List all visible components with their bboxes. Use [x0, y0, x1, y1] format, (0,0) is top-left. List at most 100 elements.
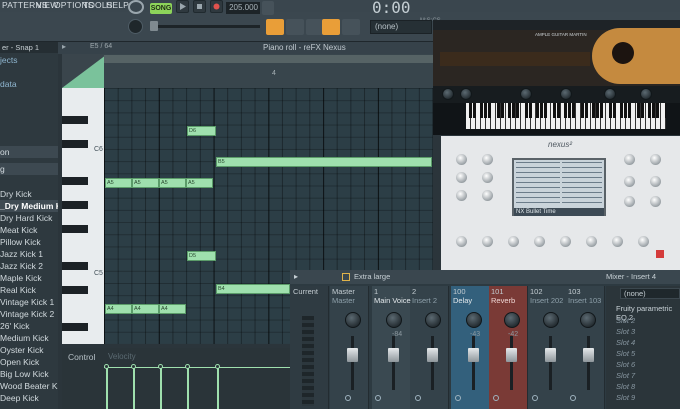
play-button[interactable] — [176, 0, 189, 13]
black-key[interactable] — [62, 201, 88, 209]
insert-pan-knob[interactable] — [425, 312, 441, 328]
route-icon[interactable] — [415, 395, 421, 401]
volume-fader[interactable] — [388, 348, 399, 362]
effect-slot[interactable]: Slot 6 — [616, 360, 635, 369]
velocity-handle[interactable] — [131, 364, 136, 369]
nexus-knob[interactable] — [456, 172, 467, 183]
nexus-knob[interactable] — [482, 154, 493, 165]
black-key[interactable] — [62, 225, 88, 233]
route-icon[interactable] — [570, 395, 576, 401]
mixer-zoom-label[interactable]: Extra large — [354, 270, 390, 284]
browser-item[interactable]: on — [0, 146, 58, 158]
nexus-knob[interactable] — [650, 196, 661, 207]
step-edit-button[interactable] — [286, 19, 304, 35]
fader-track[interactable] — [392, 336, 395, 390]
black-key[interactable] — [62, 286, 88, 294]
nexus-knob[interactable] — [456, 154, 467, 165]
pattern-song-toggle[interactable] — [128, 0, 144, 14]
plugin-knob[interactable] — [604, 88, 616, 100]
midi-note[interactable]: B5 — [216, 157, 432, 167]
plugin-black-keys[interactable] — [466, 103, 666, 118]
effect-slot[interactable]: Slot 8 — [616, 382, 635, 391]
browser-item[interactable]: Real Kick — [0, 284, 58, 296]
browser-item[interactable]: Maple Kick — [0, 272, 58, 284]
effect-slot[interactable]: Slot 2 — [616, 316, 635, 325]
nexus-knob[interactable] — [534, 236, 545, 247]
volume-fader[interactable] — [347, 348, 358, 362]
nexus-category-list[interactable] — [516, 162, 560, 206]
black-key[interactable] — [62, 323, 88, 331]
route-icon[interactable] — [455, 395, 461, 401]
plugin-knob[interactable] — [460, 88, 472, 100]
velocity-bar[interactable] — [133, 367, 135, 409]
browser-item[interactable]: Vintage Kick 2 — [0, 308, 58, 320]
route-icon[interactable] — [345, 395, 351, 401]
midi-note[interactable]: A5 — [186, 178, 213, 188]
browser-item[interactable]: data — [0, 78, 58, 90]
mixer-view-icon[interactable] — [342, 273, 350, 281]
master-pitch-slider[interactable] — [150, 25, 260, 28]
fader-track[interactable] — [431, 336, 434, 390]
midi-note[interactable]: B4 — [216, 284, 290, 294]
route-icon[interactable] — [375, 395, 381, 401]
nexus-knob[interactable] — [624, 176, 635, 187]
nexus-preset-list[interactable] — [562, 162, 602, 206]
route-icon[interactable] — [532, 395, 538, 401]
browser-item[interactable]: 26' Kick — [0, 320, 58, 332]
midi-note[interactable]: A5 — [132, 178, 159, 188]
insert-pan-knob[interactable] — [504, 312, 520, 328]
master-pan-knob[interactable] — [345, 312, 361, 328]
plugin-knob[interactable] — [442, 88, 454, 100]
midi-note[interactable]: D6 — [187, 126, 216, 136]
control-lane-target[interactable]: Velocity — [108, 352, 136, 361]
nexus-knob[interactable] — [456, 236, 467, 247]
master-volume-knob[interactable] — [128, 19, 143, 34]
velocity-bar[interactable] — [106, 367, 108, 409]
fader-track[interactable] — [351, 336, 354, 390]
velocity-bar[interactable] — [217, 367, 219, 409]
snap-link-button[interactable] — [322, 19, 340, 35]
record-button[interactable] — [210, 0, 223, 13]
black-key[interactable] — [62, 140, 88, 148]
browser-item[interactable]: jects — [0, 54, 58, 66]
control-lane-label[interactable]: Control — [68, 352, 95, 362]
midi-note[interactable]: A5 — [105, 178, 132, 188]
nexus-knob[interactable] — [508, 236, 519, 247]
browser-item[interactable]: Dry Kick — [0, 188, 58, 200]
browser-item[interactable]: Jazz Kick 2 — [0, 260, 58, 272]
browser-item[interactable]: g — [0, 163, 58, 175]
tempo-display[interactable]: 205.000 — [226, 2, 260, 14]
fader-track[interactable] — [549, 336, 552, 390]
browser-item[interactable]: Wood Beater Kick — [0, 380, 58, 392]
effect-slot[interactable]: Slot 4 — [616, 338, 635, 347]
wait-button[interactable] — [342, 19, 360, 35]
nexus-knob[interactable] — [612, 236, 623, 247]
browser-item[interactable]: Medium Kick — [0, 332, 58, 344]
volume-fader[interactable] — [545, 348, 556, 362]
velocity-handle[interactable] — [185, 364, 190, 369]
browser-item[interactable]: Dry Hard Kick — [0, 212, 58, 224]
fader-track[interactable] — [510, 336, 513, 390]
browser-item[interactable]: Deep Kick — [0, 392, 58, 404]
velocity-handle[interactable] — [158, 364, 163, 369]
nexus-knob[interactable] — [650, 154, 661, 165]
effect-slot[interactable]: Slot 9 — [616, 393, 635, 402]
typing-keyboard-button[interactable] — [266, 19, 284, 35]
piano-keyboard[interactable] — [62, 88, 104, 344]
menu-help[interactable]: HELP — [106, 0, 129, 10]
insert-pan-knob[interactable] — [543, 312, 559, 328]
plugin-knob[interactable] — [640, 88, 652, 100]
route-icon[interactable] — [493, 395, 499, 401]
fader-track[interactable] — [472, 336, 475, 390]
nexus-knob[interactable] — [650, 176, 661, 187]
song-mode-badge[interactable]: SONG — [150, 3, 172, 14]
black-key[interactable] — [62, 177, 88, 185]
midi-note[interactable]: A5 — [159, 178, 186, 188]
midi-note[interactable]: A4 — [159, 304, 186, 314]
nexus-knob[interactable] — [456, 190, 467, 201]
insert-pan-knob[interactable] — [386, 312, 402, 328]
effect-slot[interactable]: Slot 7 — [616, 371, 635, 380]
piano-roll-menu-icon[interactable]: ▸ — [62, 42, 72, 52]
metronome-button[interactable] — [262, 1, 274, 15]
nexus-knob[interactable] — [560, 236, 571, 247]
